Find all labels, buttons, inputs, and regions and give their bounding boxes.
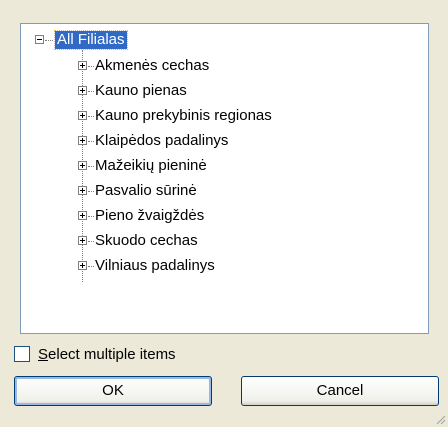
expand-icon[interactable] (78, 136, 87, 145)
filial-tree[interactable]: All Filialas Akmenės cechas Kauno pienas… (20, 23, 429, 334)
expand-icon[interactable] (78, 186, 87, 195)
expand-icon[interactable] (78, 211, 87, 220)
tree-root-row[interactable]: All Filialas (35, 29, 235, 51)
tree-root-label[interactable]: All Filialas (54, 30, 128, 50)
collapse-icon[interactable] (35, 35, 44, 44)
tree-item-label[interactable]: Klaipėdos padalinys (95, 130, 228, 152)
tree-item-label[interactable]: Kauno prekybinis regionas (95, 105, 272, 127)
tree-item-label[interactable]: Pasvalio sūrinė (95, 180, 197, 202)
tree-item-label[interactable]: Skuodo cechas (95, 230, 198, 252)
ok-button[interactable]: OK (14, 376, 212, 406)
cancel-button[interactable]: Cancel (241, 376, 439, 406)
expand-icon[interactable] (78, 161, 87, 170)
tree-item-label[interactable]: Pieno žvaigždės (95, 205, 204, 227)
select-multiple-label[interactable]: Select multiple items (38, 345, 176, 365)
tree-item-label[interactable]: Vilniaus padalinys (95, 255, 215, 277)
tree-item-label[interactable]: Kauno pienas (95, 80, 187, 102)
expand-icon[interactable] (78, 261, 87, 270)
expand-icon[interactable] (78, 61, 87, 70)
expand-icon[interactable] (78, 111, 87, 120)
tree-item-label[interactable]: Mažeikių pieninė (95, 155, 207, 177)
resize-grip-icon[interactable] (434, 413, 446, 425)
select-multiple-checkbox[interactable] (14, 346, 30, 362)
expand-icon[interactable] (78, 236, 87, 245)
tree-item-label[interactable]: Akmenės cechas (95, 55, 209, 77)
expand-icon[interactable] (78, 86, 87, 95)
